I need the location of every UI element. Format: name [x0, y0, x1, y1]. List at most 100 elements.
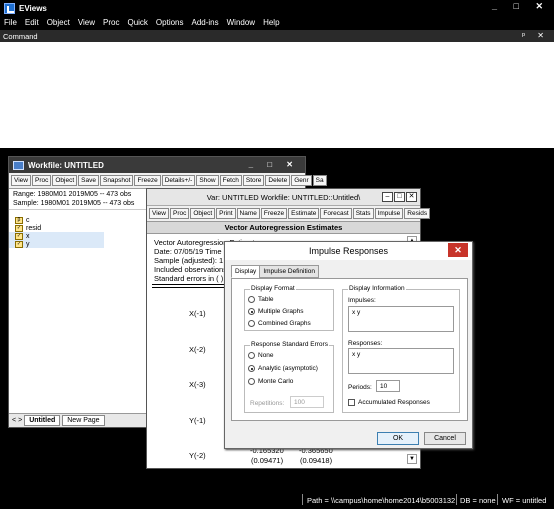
maximize-button[interactable]: □ — [394, 192, 405, 202]
status-separator — [456, 494, 457, 505]
radio-combined-graphs[interactable]: Combined Graphs — [248, 320, 311, 327]
object-name: y — [26, 240, 30, 248]
status-bar: Path = \\campus\home\home2014\b5003132 D… — [0, 493, 554, 507]
status-separator — [497, 494, 498, 505]
var-toolbar: View Proc Object Print Name Freeze Estimate For… — [147, 206, 431, 222]
row-label-x2: X(-2) — [189, 345, 206, 354]
close-button[interactable]: ✕ — [406, 192, 417, 202]
cancel-button[interactable]: Cancel — [424, 432, 466, 445]
stderr-value: (0.09471) — [251, 456, 284, 465]
row-label-y2: Y(-2) — [189, 451, 206, 460]
dialog-close-button[interactable]: ✕ — [448, 243, 468, 257]
status-separator — [302, 494, 303, 505]
object-name: c — [26, 216, 30, 224]
var-estimate-button[interactable]: Estimate — [288, 208, 320, 219]
row-label-x1: X(-1) — [189, 309, 206, 318]
display-information-label: Display Information — [348, 285, 406, 292]
menu-help[interactable]: Help — [263, 18, 279, 27]
accumulated-responses-checkbox[interactable]: Accumulated Responses — [348, 399, 430, 406]
scroll-down-arrow[interactable]: ▼ — [407, 454, 417, 464]
divider — [152, 287, 232, 288]
var-freeze-button[interactable]: Freeze — [260, 208, 288, 219]
menu-quick[interactable]: Quick — [127, 18, 147, 27]
status-wf: WF = untitled — [502, 496, 547, 505]
var-window-controls: – □ ✕ — [381, 192, 417, 202]
workfile-show-button[interactable]: Show — [196, 175, 219, 186]
object-name: resid — [26, 224, 42, 232]
radio-none[interactable]: None — [248, 352, 274, 359]
workfile-delete-button[interactable]: Delete — [265, 175, 291, 186]
command-input-area[interactable] — [0, 42, 554, 148]
tab-display[interactable]: Display — [231, 265, 261, 278]
repetitions-input[interactable]: 100 — [290, 396, 324, 408]
var-name-button[interactable]: Name — [236, 208, 260, 219]
workfile-snapshot-button[interactable]: Snapshot — [99, 175, 134, 186]
ok-button[interactable]: OK — [377, 432, 419, 445]
menu-object[interactable]: Object — [47, 18, 70, 27]
workfile-object-y[interactable]: ✓ y — [9, 240, 104, 248]
radio-multiple-graphs[interactable]: Multiple Graphs — [248, 308, 304, 315]
responses-input[interactable]: x y — [348, 348, 454, 374]
var-titlebar[interactable]: Var: UNTITLED Workfile: UNTITLED::Untitl… — [147, 189, 420, 206]
workfile-titlebar[interactable]: Workfile: UNTITLED _ □ ✕ — [9, 157, 305, 173]
workfile-object-x[interactable]: ✓ x — [9, 232, 104, 240]
radio-table[interactable]: Table — [248, 296, 274, 303]
menu-addins[interactable]: Add-ins — [192, 18, 219, 27]
tab-scroll-right[interactable]: > — [18, 417, 22, 424]
std-errors-label: Response Standard Errors — [250, 341, 329, 348]
tab-impulse-definition[interactable]: Impulse Definition — [259, 265, 319, 278]
responses-label: Responses: — [348, 340, 383, 347]
workfile-proc-button[interactable]: Proc — [31, 175, 52, 186]
workfile-freeze-button[interactable]: Freeze — [134, 175, 161, 186]
menu-edit[interactable]: Edit — [25, 18, 39, 27]
dialog-tabs: Display Impulse Definition — [231, 265, 319, 278]
workfile-fetch-button[interactable]: Fetch — [219, 175, 242, 186]
radio-analytic[interactable]: Analytic (asymptotic) — [248, 365, 318, 372]
var-view-button[interactable]: View — [149, 208, 169, 219]
menu-file[interactable]: File — [4, 18, 17, 27]
menu-bar: File Edit Object View Proc Quick Options Add-in… — [0, 16, 554, 29]
impulses-input[interactable]: x y — [348, 306, 454, 332]
app-titlebar: EViews _ □ ✕ — [0, 0, 554, 16]
workfile-genr-button[interactable]: Genr — [291, 175, 312, 186]
series-icon: ✓ — [15, 240, 23, 248]
workfile-window-controls[interactable]: _ □ ✕ — [249, 160, 299, 169]
periods-input[interactable]: 10 — [376, 380, 400, 392]
menu-window[interactable]: Window — [227, 18, 255, 27]
display-panel: Display Format Table Multiple Graphs Com… — [231, 278, 468, 421]
workfile-save-button[interactable]: Save — [78, 175, 99, 186]
menu-options[interactable]: Options — [156, 18, 184, 27]
var-forecast-button[interactable]: Forecast — [320, 208, 352, 219]
coef-vector-icon: β — [15, 216, 23, 224]
menu-view[interactable]: View — [78, 18, 95, 27]
tab-untitled[interactable]: Untitled — [24, 415, 61, 426]
window-controls[interactable]: _ □ ✕ — [492, 1, 550, 12]
command-bar: Command ᵖ ✕ — [0, 30, 554, 42]
var-stats-button[interactable]: Stats — [352, 208, 374, 219]
var-print-button[interactable]: Print — [216, 208, 236, 219]
app-title: EViews — [19, 3, 47, 13]
workfile-view-button[interactable]: View — [11, 175, 31, 186]
minimize-button[interactable]: – — [382, 192, 393, 202]
var-object-button[interactable]: Object — [190, 208, 216, 219]
var-proc-button[interactable]: Proc — [169, 208, 190, 219]
tab-new-page[interactable]: New Page — [62, 415, 105, 426]
row-label-y1: Y(-1) — [189, 416, 206, 425]
workfile-store-button[interactable]: Store — [242, 175, 265, 186]
status-path: Path = \\campus\home\home2014\b5003132 — [307, 496, 456, 505]
menu-proc[interactable]: Proc — [103, 18, 119, 27]
workfile-object-button[interactable]: Object — [52, 175, 78, 186]
var-resids-button[interactable]: Resids — [404, 208, 431, 219]
impulses-label: Impulses: — [348, 297, 376, 304]
radio-monte-carlo[interactable]: Monte Carlo — [248, 378, 293, 385]
tab-scroll-left[interactable]: < — [12, 417, 16, 424]
series-icon: ✓ — [15, 232, 23, 240]
workfile-sa-button[interactable]: Sa — [312, 175, 327, 186]
command-controls[interactable]: ᵖ ✕ — [522, 31, 549, 40]
display-format-label: Display Format — [250, 285, 296, 292]
workfile-toolbar: View Proc Object Save Snapshot Freeze Details+… — [9, 173, 327, 189]
workfile-details-button[interactable]: Details+/- — [161, 175, 196, 186]
periods-label: Periods: — [348, 384, 372, 391]
divider — [152, 284, 232, 285]
var-impulse-button[interactable]: Impulse — [374, 208, 404, 219]
